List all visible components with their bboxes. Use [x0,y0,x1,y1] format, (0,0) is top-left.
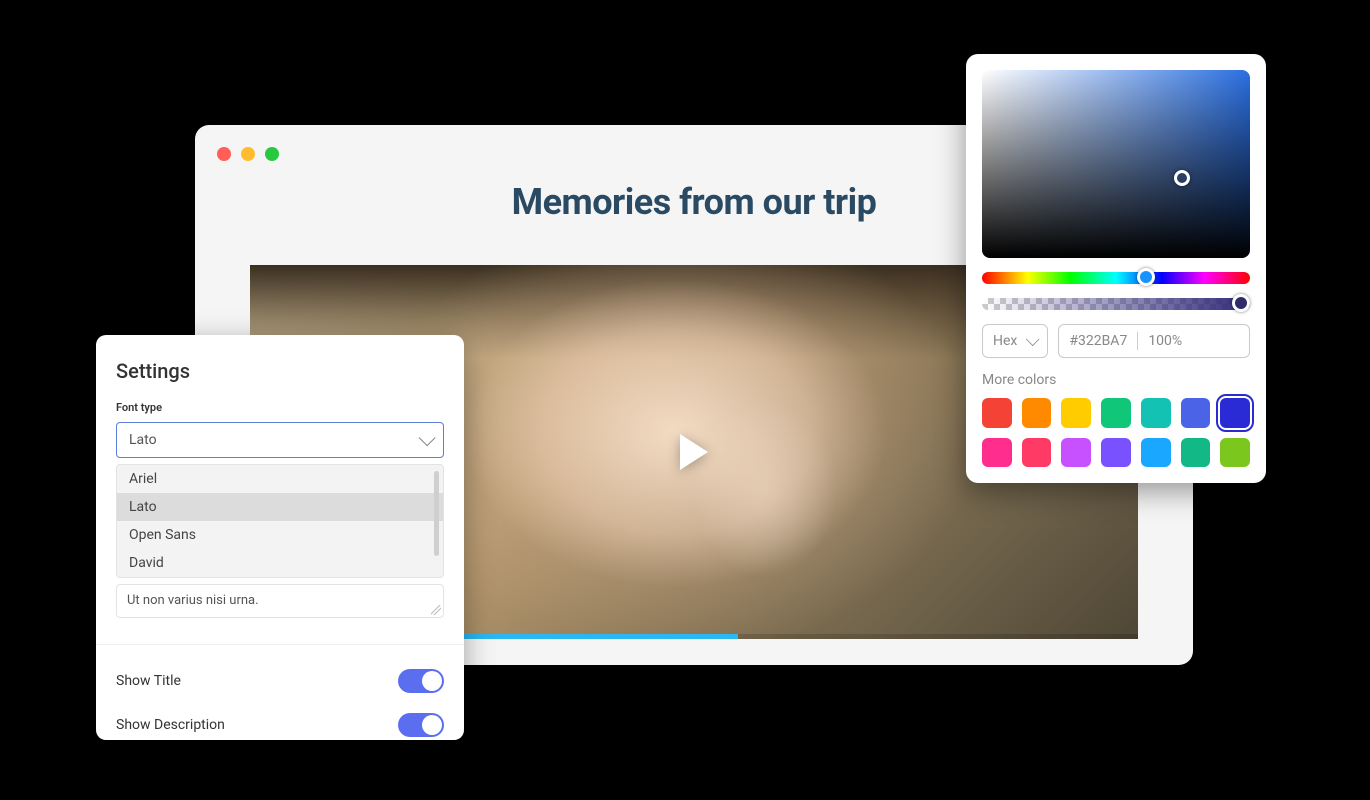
color-swatch[interactable] [1220,398,1250,428]
color-swatch[interactable] [1101,438,1131,468]
color-swatch[interactable] [1141,398,1171,428]
font-option-lato[interactable]: Lato [117,493,443,521]
description-textarea[interactable]: Ut non varius nisi urna. [116,584,444,618]
color-swatches [982,398,1250,467]
show-title-row: Show Title [116,659,444,703]
sl-handle[interactable] [1174,170,1190,186]
font-option-ariel[interactable]: Ariel [117,465,443,493]
chevron-down-icon [419,429,436,446]
font-type-selected: Lato [129,432,157,448]
chevron-down-icon [1026,333,1040,347]
minimize-window-button[interactable] [241,147,255,161]
close-window-button[interactable] [217,147,231,161]
separator [1137,332,1138,350]
color-swatch[interactable] [982,438,1012,468]
settings-heading: Settings [116,359,444,383]
dropdown-scrollbar[interactable] [434,471,439,556]
settings-panel: Settings Font type Lato Ariel Lato Open … [96,335,464,740]
font-option-open-sans[interactable]: Open Sans [117,521,443,549]
color-swatch[interactable] [1181,398,1211,428]
color-format-label: Hex [993,333,1017,349]
font-type-select[interactable]: Lato [116,422,444,458]
show-title-toggle[interactable] [398,669,444,693]
opacity-value: 100% [1148,333,1182,349]
hue-handle[interactable] [1137,268,1155,286]
divider [96,644,464,645]
font-type-label: Font type [116,401,444,414]
play-icon[interactable] [680,434,708,470]
color-swatch[interactable] [1101,398,1131,428]
more-colors-label: More colors [982,372,1250,388]
show-description-row: Show Description [116,703,444,747]
show-description-toggle[interactable] [398,713,444,737]
hex-value: #322BA7 [1069,333,1127,349]
color-format-select[interactable]: Hex [982,324,1048,358]
saturation-lightness-area[interactable] [982,70,1250,258]
font-type-dropdown: Ariel Lato Open Sans David [116,464,444,578]
color-swatch[interactable] [1220,438,1250,468]
traffic-lights [217,147,279,161]
color-swatch[interactable] [982,398,1012,428]
color-picker: Hex #322BA7 100% More colors [966,54,1266,483]
maximize-window-button[interactable] [265,147,279,161]
hue-slider[interactable] [982,272,1250,284]
color-swatch[interactable] [1061,398,1091,428]
color-swatch[interactable] [1061,438,1091,468]
color-swatch[interactable] [1181,438,1211,468]
font-option-david[interactable]: David [117,549,443,577]
alpha-handle[interactable] [1232,294,1250,312]
show-description-label: Show Description [116,717,225,733]
show-title-label: Show Title [116,673,181,689]
color-swatch[interactable] [1022,398,1052,428]
color-swatch[interactable] [1022,438,1052,468]
hex-input[interactable]: #322BA7 100% [1058,324,1250,358]
color-swatch[interactable] [1141,438,1171,468]
alpha-slider[interactable] [982,298,1250,310]
